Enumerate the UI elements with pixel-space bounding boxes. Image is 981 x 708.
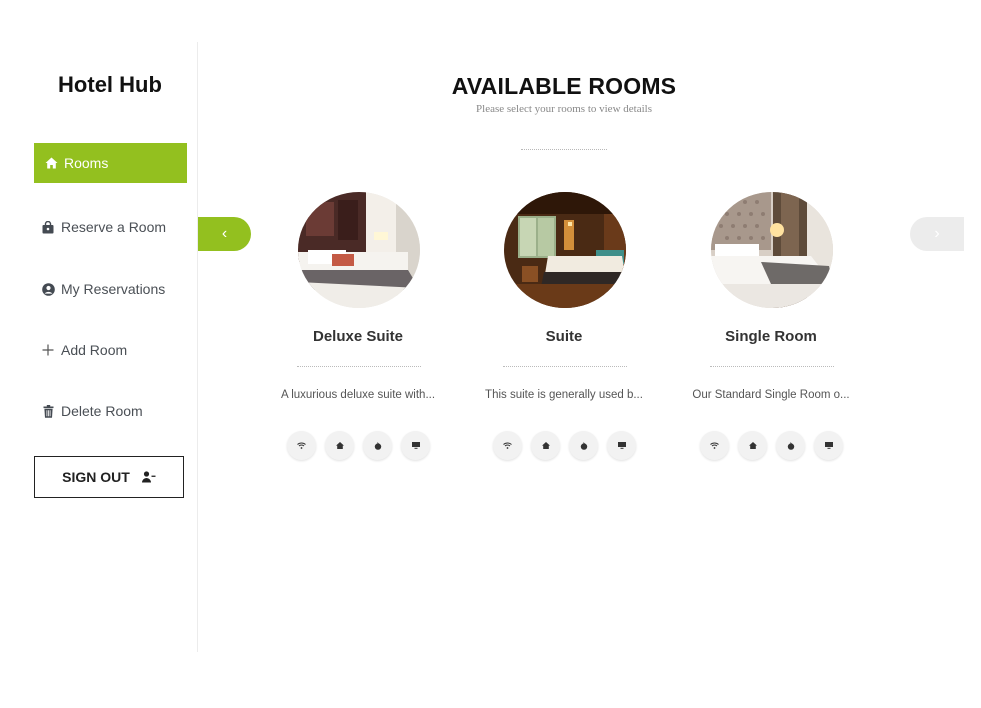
plus-icon xyxy=(41,343,55,357)
room-divider xyxy=(710,366,834,367)
fire-icon[interactable] xyxy=(363,431,392,460)
sidebar-item-add-room[interactable]: Add Room xyxy=(34,330,187,370)
carousel-next-button[interactable]: › xyxy=(910,217,964,251)
home-icon[interactable] xyxy=(531,431,560,460)
room-description: Our Standard Single Room o... xyxy=(692,389,850,401)
home-icon[interactable] xyxy=(325,431,354,460)
amenity-list xyxy=(493,431,636,460)
sign-out-label: SIGN OUT xyxy=(62,469,130,485)
sidebar-item-delete-room[interactable]: Delete Room xyxy=(34,391,187,431)
user-circle-icon xyxy=(41,282,55,296)
room-card-single-room: Single Room Our Standard Single Room o..… xyxy=(681,192,861,472)
room-description: A luxurious deluxe suite with... xyxy=(280,389,436,401)
sidebar-item-label: Reserve a Room xyxy=(61,219,167,235)
wifi-icon[interactable] xyxy=(700,431,729,460)
home-icon[interactable] xyxy=(738,431,767,460)
room-photo[interactable] xyxy=(711,192,833,308)
room-name[interactable]: Deluxe Suite xyxy=(268,328,448,345)
room-divider xyxy=(503,366,627,367)
sidebar-item-label: Rooms xyxy=(64,155,109,171)
tv-icon[interactable] xyxy=(607,431,636,460)
sidebar-item-label: My Reservations xyxy=(61,281,166,297)
brand-title: Hotel Hub xyxy=(58,72,162,97)
wifi-icon[interactable] xyxy=(493,431,522,460)
fire-icon[interactable] xyxy=(776,431,805,460)
page: Hotel Hub Rooms Reserve a Room My Reserv… xyxy=(0,0,981,708)
shopping-bag-icon xyxy=(41,220,55,234)
chevron-left-icon: ‹ xyxy=(221,225,228,242)
title-divider xyxy=(521,149,607,150)
sidebar-item-rooms[interactable]: Rooms xyxy=(34,143,187,183)
chevron-right-icon: › xyxy=(934,225,940,242)
page-title: AVAILABLE ROOMS xyxy=(451,73,677,99)
user-minus-icon xyxy=(141,471,156,483)
room-name[interactable]: Single Room xyxy=(681,328,861,345)
room-name[interactable]: Suite xyxy=(474,328,654,345)
room-divider xyxy=(297,366,421,367)
trash-icon xyxy=(41,404,55,418)
home-icon xyxy=(44,156,58,170)
sidebar-item-label: Add Room xyxy=(61,342,128,358)
sidebar-item-my-reservations[interactable]: My Reservations xyxy=(34,269,187,309)
sidebar: Hotel Hub Rooms Reserve a Room My Reserv… xyxy=(0,42,198,652)
tv-icon[interactable] xyxy=(814,431,843,460)
room-photo[interactable] xyxy=(504,192,626,308)
amenity-list xyxy=(287,431,430,460)
room-photo[interactable] xyxy=(298,192,420,308)
fire-icon[interactable] xyxy=(569,431,598,460)
sidebar-item-label: Delete Room xyxy=(61,403,143,419)
tv-icon[interactable] xyxy=(401,431,430,460)
amenity-list xyxy=(700,431,843,460)
carousel-prev-button[interactable]: ‹ xyxy=(198,217,251,251)
wifi-icon[interactable] xyxy=(287,431,316,460)
page-subtitle: Please select your rooms to view details xyxy=(476,103,652,115)
room-description: This suite is generally used b... xyxy=(485,389,643,401)
sign-out-button[interactable]: SIGN OUT xyxy=(34,456,184,498)
room-card-suite: Suite This suite is generally used b... xyxy=(474,192,654,472)
room-card-deluxe-suite: Deluxe Suite A luxurious deluxe suite wi… xyxy=(268,192,448,472)
sidebar-item-reserve-a-room[interactable]: Reserve a Room xyxy=(34,207,187,247)
